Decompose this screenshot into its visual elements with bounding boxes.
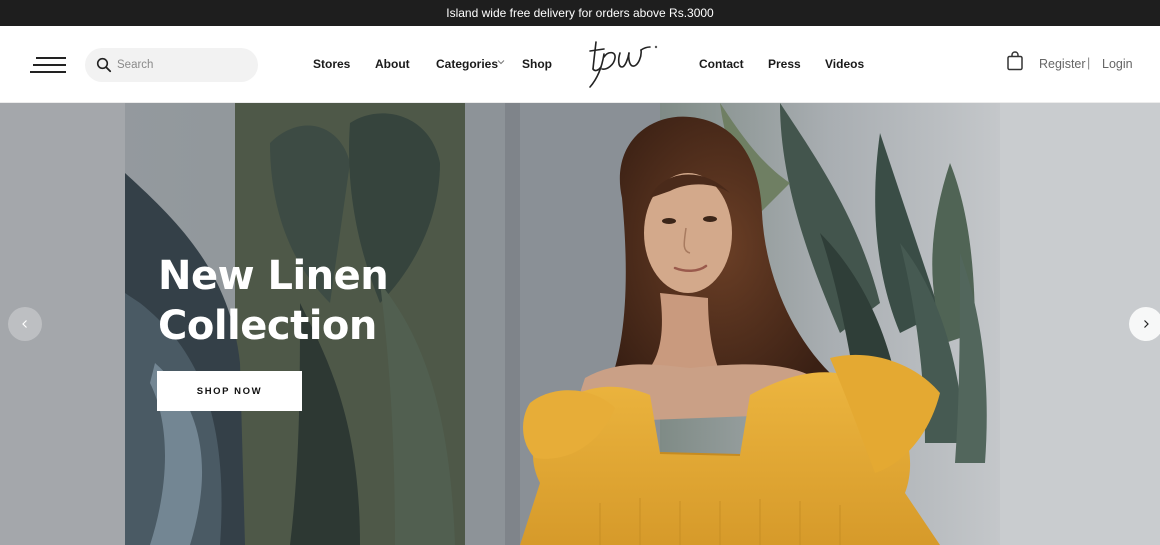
search-box[interactable] bbox=[85, 48, 258, 82]
chevron-left-icon bbox=[22, 320, 27, 328]
nav-videos[interactable]: Videos bbox=[825, 57, 864, 71]
register-link[interactable]: Register bbox=[1039, 57, 1086, 71]
carousel-next-button[interactable] bbox=[1129, 307, 1160, 341]
nav-categories-label: Categories bbox=[436, 57, 499, 71]
hero-title-line1: New Linen bbox=[158, 253, 389, 299]
search-icon bbox=[96, 57, 112, 73]
chevron-down-icon bbox=[497, 60, 505, 65]
site-header: Stores About Categories Shop Contact Pre… bbox=[0, 26, 1160, 103]
hamburger-menu-icon[interactable] bbox=[30, 54, 68, 76]
nav-categories[interactable]: Categories bbox=[436, 57, 505, 71]
announcement-bar: Island wide free delivery for orders abo… bbox=[0, 0, 1160, 26]
nav-shop[interactable]: Shop bbox=[522, 57, 552, 71]
login-link[interactable]: Login bbox=[1102, 57, 1133, 71]
hero-title: New Linen Collection bbox=[158, 251, 458, 351]
shopping-bag-icon[interactable] bbox=[1006, 51, 1024, 71]
nav-contact[interactable]: Contact bbox=[699, 57, 744, 71]
nav-stores[interactable]: Stores bbox=[313, 57, 350, 71]
nav-press[interactable]: Press bbox=[768, 57, 801, 71]
announcement-text: Island wide free delivery for orders abo… bbox=[446, 6, 714, 20]
carousel-prev-button[interactable] bbox=[8, 307, 42, 341]
search-input[interactable] bbox=[117, 55, 247, 75]
nav-about[interactable]: About bbox=[375, 57, 410, 71]
hero-banner: New Linen Collection SHOP NOW bbox=[0, 103, 1160, 545]
tpw-logo[interactable] bbox=[582, 37, 666, 93]
shop-now-button[interactable]: SHOP NOW bbox=[157, 371, 302, 411]
hero-title-line2: Collection bbox=[158, 303, 377, 349]
account-separator: | bbox=[1087, 56, 1091, 70]
chevron-right-icon bbox=[1144, 320, 1149, 328]
